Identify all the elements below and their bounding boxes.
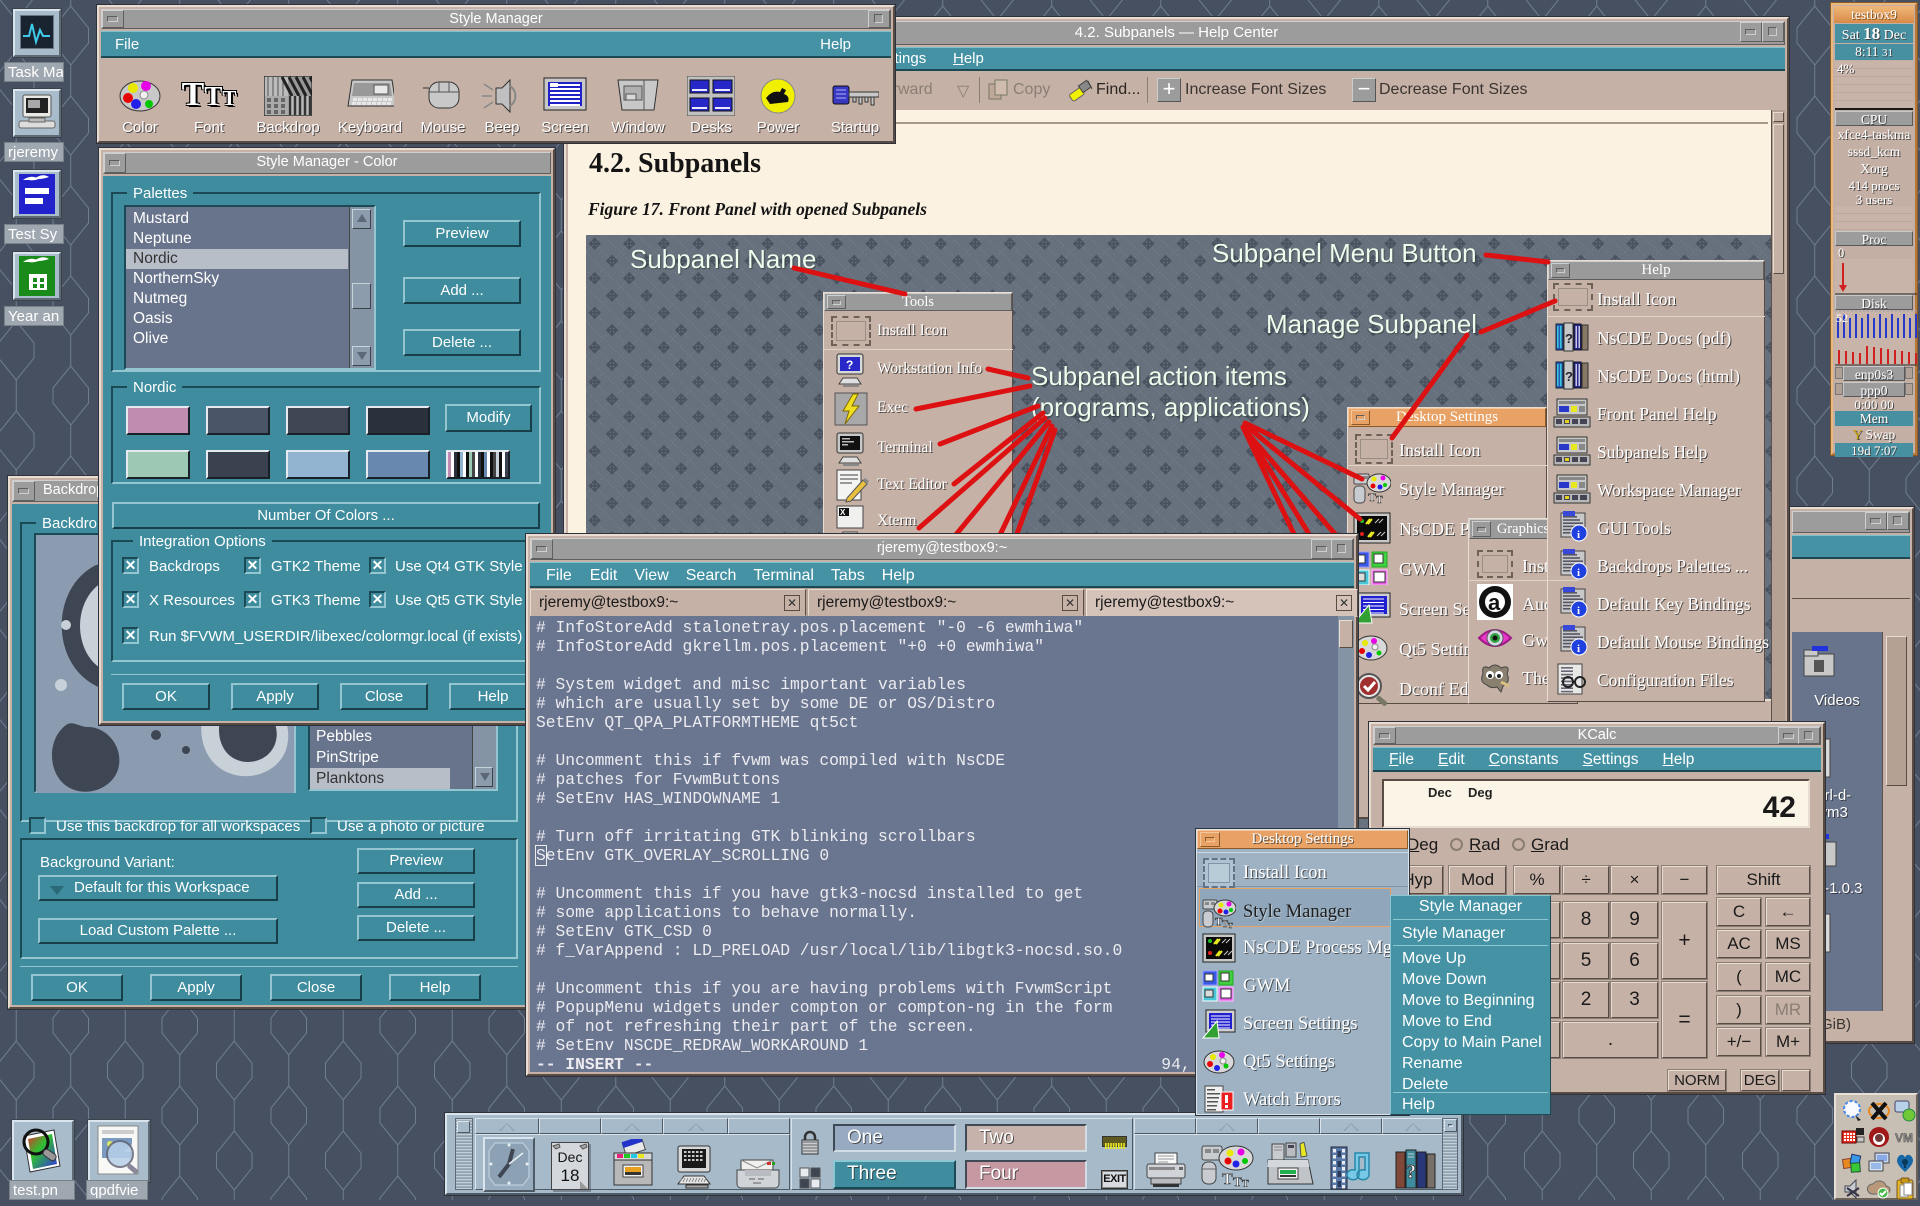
svg-text:i: i [1577,643,1580,655]
svg-text:T: T [1368,490,1376,504]
svg-text:T: T [1376,495,1383,505]
svg-text:i: i [1577,529,1580,541]
svg-text:VM: VM [1895,1131,1913,1145]
svg-text:X: X [840,508,846,517]
svg-text:T: T [1222,1171,1233,1187]
svg-text:T: T [1242,1179,1249,1187]
svg-text:T: T [1233,1174,1242,1187]
svg-text:52: 52 [1836,311,1848,325]
svg-text:?: ? [1406,1161,1416,1183]
svg-text:i: i [1577,567,1580,579]
svg-text:a: a [1488,590,1501,615]
svg-text:Dec: Dec [558,1149,583,1165]
svg-text:18: 18 [561,1166,580,1185]
svg-text:i: i [1577,605,1580,617]
svg-text:?: ? [1565,331,1573,346]
svg-text:T: T [1228,922,1233,929]
svg-text:?: ? [846,358,853,372]
svg-text:?: ? [1565,369,1573,384]
